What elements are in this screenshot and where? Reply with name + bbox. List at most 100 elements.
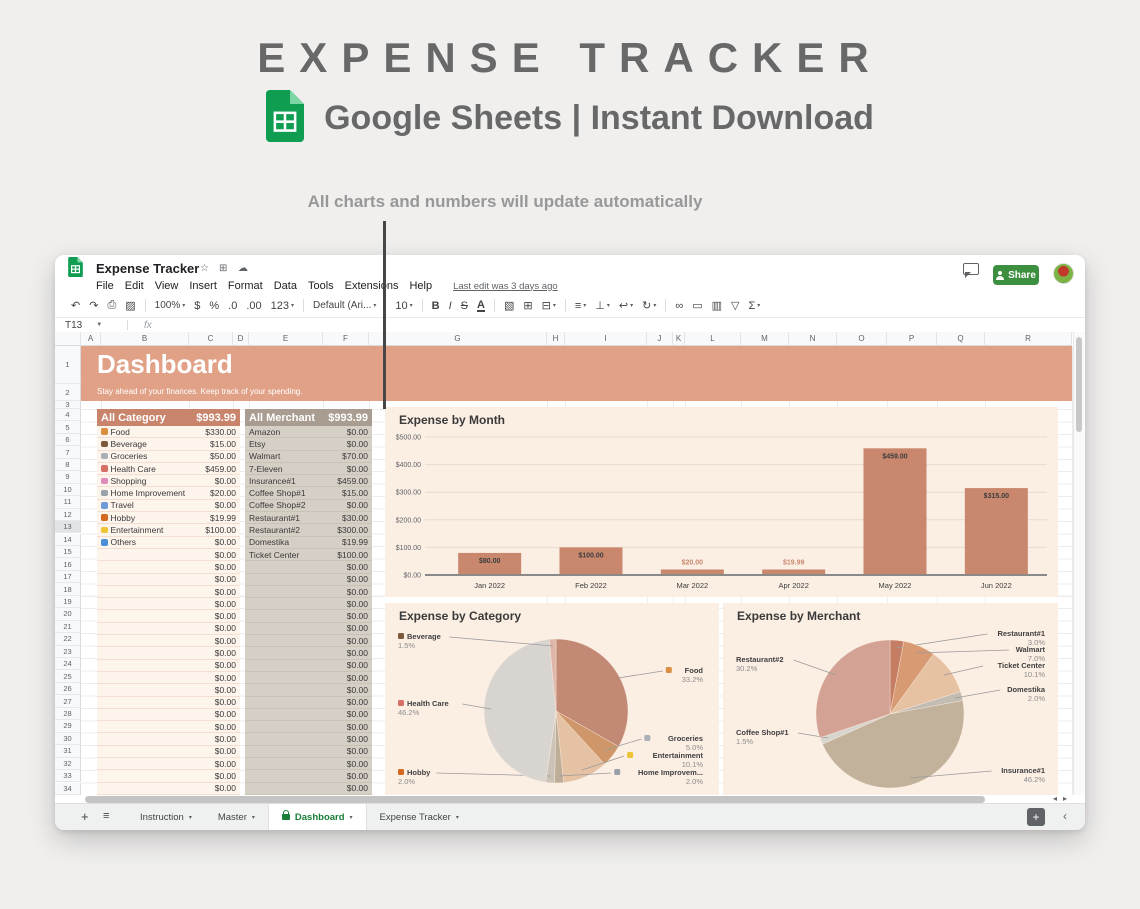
- paint-format-icon[interactable]: ▨: [125, 299, 135, 312]
- category-table-header[interactable]: All Category$993.99: [97, 409, 240, 426]
- expense-by-category-chart[interactable]: Expense by CategoryFood33.2%Groceries5.0…: [385, 603, 719, 795]
- table-row[interactable]: $0.00: [245, 635, 372, 647]
- column-header-D[interactable]: D: [233, 332, 249, 346]
- menu-insert[interactable]: Insert: [189, 280, 217, 292]
- row-header-22[interactable]: 22: [55, 633, 81, 645]
- row-header-27[interactable]: 27: [55, 695, 81, 707]
- table-row[interactable]: Beverage$15.00: [97, 438, 240, 450]
- functions-icon[interactable]: Σ▾: [748, 300, 760, 312]
- merchant-table-header[interactable]: All Merchant$993.99: [245, 409, 372, 426]
- table-row[interactable]: $0.00: [245, 758, 372, 770]
- table-row[interactable]: $0.00: [245, 660, 372, 672]
- sheets-file-icon[interactable]: [68, 257, 83, 282]
- table-row[interactable]: Restaurant#1$30.00: [245, 512, 372, 524]
- row-header-21[interactable]: 21: [55, 621, 81, 633]
- menu-data[interactable]: Data: [274, 280, 297, 292]
- increase-decimal-icon[interactable]: .00: [246, 300, 261, 312]
- insert-chart-icon[interactable]: ▥: [712, 299, 722, 312]
- menu-edit[interactable]: Edit: [125, 280, 144, 292]
- italic-icon[interactable]: I: [449, 300, 452, 312]
- zoom-select[interactable]: 100%▾: [155, 300, 186, 311]
- row-header-5[interactable]: 5: [55, 421, 81, 433]
- row-header-34[interactable]: 34: [55, 783, 81, 795]
- table-row[interactable]: $0.00: [97, 783, 240, 795]
- table-row[interactable]: $0.00: [245, 561, 372, 573]
- expense-by-month-chart[interactable]: Expense by Month$0.00$100.00$200.00$300.…: [385, 407, 1058, 597]
- decrease-decimal-icon[interactable]: .0: [228, 300, 237, 312]
- column-header-Q[interactable]: Q: [937, 332, 985, 346]
- table-row[interactable]: $0.00: [245, 586, 372, 598]
- column-header-O[interactable]: O: [837, 332, 887, 346]
- table-row[interactable]: $0.00: [245, 598, 372, 610]
- table-row[interactable]: $0.00: [245, 721, 372, 733]
- column-header-G[interactable]: G: [369, 332, 547, 346]
- cloud-status-icon[interactable]: ☁: [238, 263, 248, 274]
- row-header-4[interactable]: 4: [55, 409, 81, 421]
- row-header-26[interactable]: 26: [55, 683, 81, 695]
- row-header-2[interactable]: 2: [55, 384, 81, 401]
- insert-comment-icon[interactable]: ▭: [692, 299, 702, 312]
- table-row[interactable]: $0.00: [97, 721, 240, 733]
- row-header-12[interactable]: 12: [55, 509, 81, 521]
- column-header-K[interactable]: K: [673, 332, 685, 346]
- table-row[interactable]: $0.00: [97, 709, 240, 721]
- column-header-A[interactable]: A: [81, 332, 101, 346]
- table-row[interactable]: Food$330.00: [97, 426, 240, 438]
- doc-title[interactable]: Expense Tracker: [96, 261, 199, 276]
- undo-icon[interactable]: ↶: [71, 299, 80, 312]
- menu-file[interactable]: File: [96, 280, 114, 292]
- table-row[interactable]: $0.00: [245, 574, 372, 586]
- column-header-L[interactable]: L: [685, 332, 741, 346]
- table-row[interactable]: Health Care$459.00: [97, 463, 240, 475]
- percent-format-icon[interactable]: %: [209, 300, 219, 312]
- column-header-B[interactable]: B: [101, 332, 189, 346]
- table-row[interactable]: $0.00: [97, 660, 240, 672]
- collapse-icon[interactable]: ‹: [1063, 809, 1067, 823]
- all-sheets-icon[interactable]: ≡: [103, 810, 109, 822]
- column-header-J[interactable]: J: [647, 332, 673, 346]
- bold-icon[interactable]: B: [432, 300, 440, 312]
- text-color-icon[interactable]: A: [477, 300, 485, 312]
- column-header-E[interactable]: E: [249, 332, 323, 346]
- table-row[interactable]: $0.00: [245, 684, 372, 696]
- print-icon[interactable]: ⎙: [107, 299, 116, 312]
- fill-color-icon[interactable]: ▧: [504, 299, 514, 312]
- table-row[interactable]: Groceries$50.00: [97, 451, 240, 463]
- row-header-30[interactable]: 30: [55, 733, 81, 745]
- table-row[interactable]: $0.00: [245, 672, 372, 684]
- table-row[interactable]: $0.00: [245, 733, 372, 745]
- vertical-align-icon[interactable]: ⊥▾: [595, 299, 610, 312]
- column-header-I[interactable]: I: [565, 332, 647, 346]
- share-button[interactable]: Share: [993, 265, 1039, 285]
- menu-view[interactable]: View: [155, 280, 179, 292]
- redo-icon[interactable]: ↷: [89, 299, 98, 312]
- table-row[interactable]: 7-Eleven$0.00: [245, 463, 372, 475]
- vertical-scroll-thumb[interactable]: [1076, 337, 1082, 432]
- table-row[interactable]: Amazon$0.00: [245, 426, 372, 438]
- row-header-17[interactable]: 17: [55, 571, 81, 583]
- row-header-13[interactable]: 13: [55, 521, 81, 533]
- row-header-9[interactable]: 9: [55, 471, 81, 483]
- table-row[interactable]: Coffee Shop#1$15.00: [245, 487, 372, 499]
- table-row[interactable]: $0.00: [97, 770, 240, 782]
- table-row[interactable]: Others$0.00: [97, 537, 240, 549]
- table-row[interactable]: $0.00: [245, 647, 372, 659]
- dashboard-banner[interactable]: DashboardStay ahead of your finances. Ke…: [81, 346, 1072, 401]
- merge-cells-icon[interactable]: ⊟▾: [542, 299, 556, 312]
- text-wrap-icon[interactable]: ↩▾: [619, 299, 633, 312]
- scroll-right-icon[interactable]: ▸: [1063, 794, 1067, 803]
- insert-link-icon[interactable]: ∞: [675, 300, 683, 312]
- row-header-6[interactable]: 6: [55, 434, 81, 446]
- scroll-left-icon[interactable]: ◂: [1053, 794, 1057, 803]
- row-header-1[interactable]: 1: [55, 346, 81, 384]
- table-row[interactable]: $0.00: [245, 709, 372, 721]
- table-row[interactable]: $0.00: [97, 561, 240, 573]
- tab-expense-tracker[interactable]: Expense Tracker▾: [367, 804, 472, 830]
- row-header-11[interactable]: 11: [55, 496, 81, 508]
- comment-history-icon[interactable]: [963, 263, 979, 275]
- table-row[interactable]: $0.00: [245, 623, 372, 635]
- table-row[interactable]: $0.00: [97, 610, 240, 622]
- explore-button[interactable]: +: [1027, 808, 1045, 826]
- select-all-corner[interactable]: [55, 332, 81, 346]
- row-header-14[interactable]: 14: [55, 534, 81, 546]
